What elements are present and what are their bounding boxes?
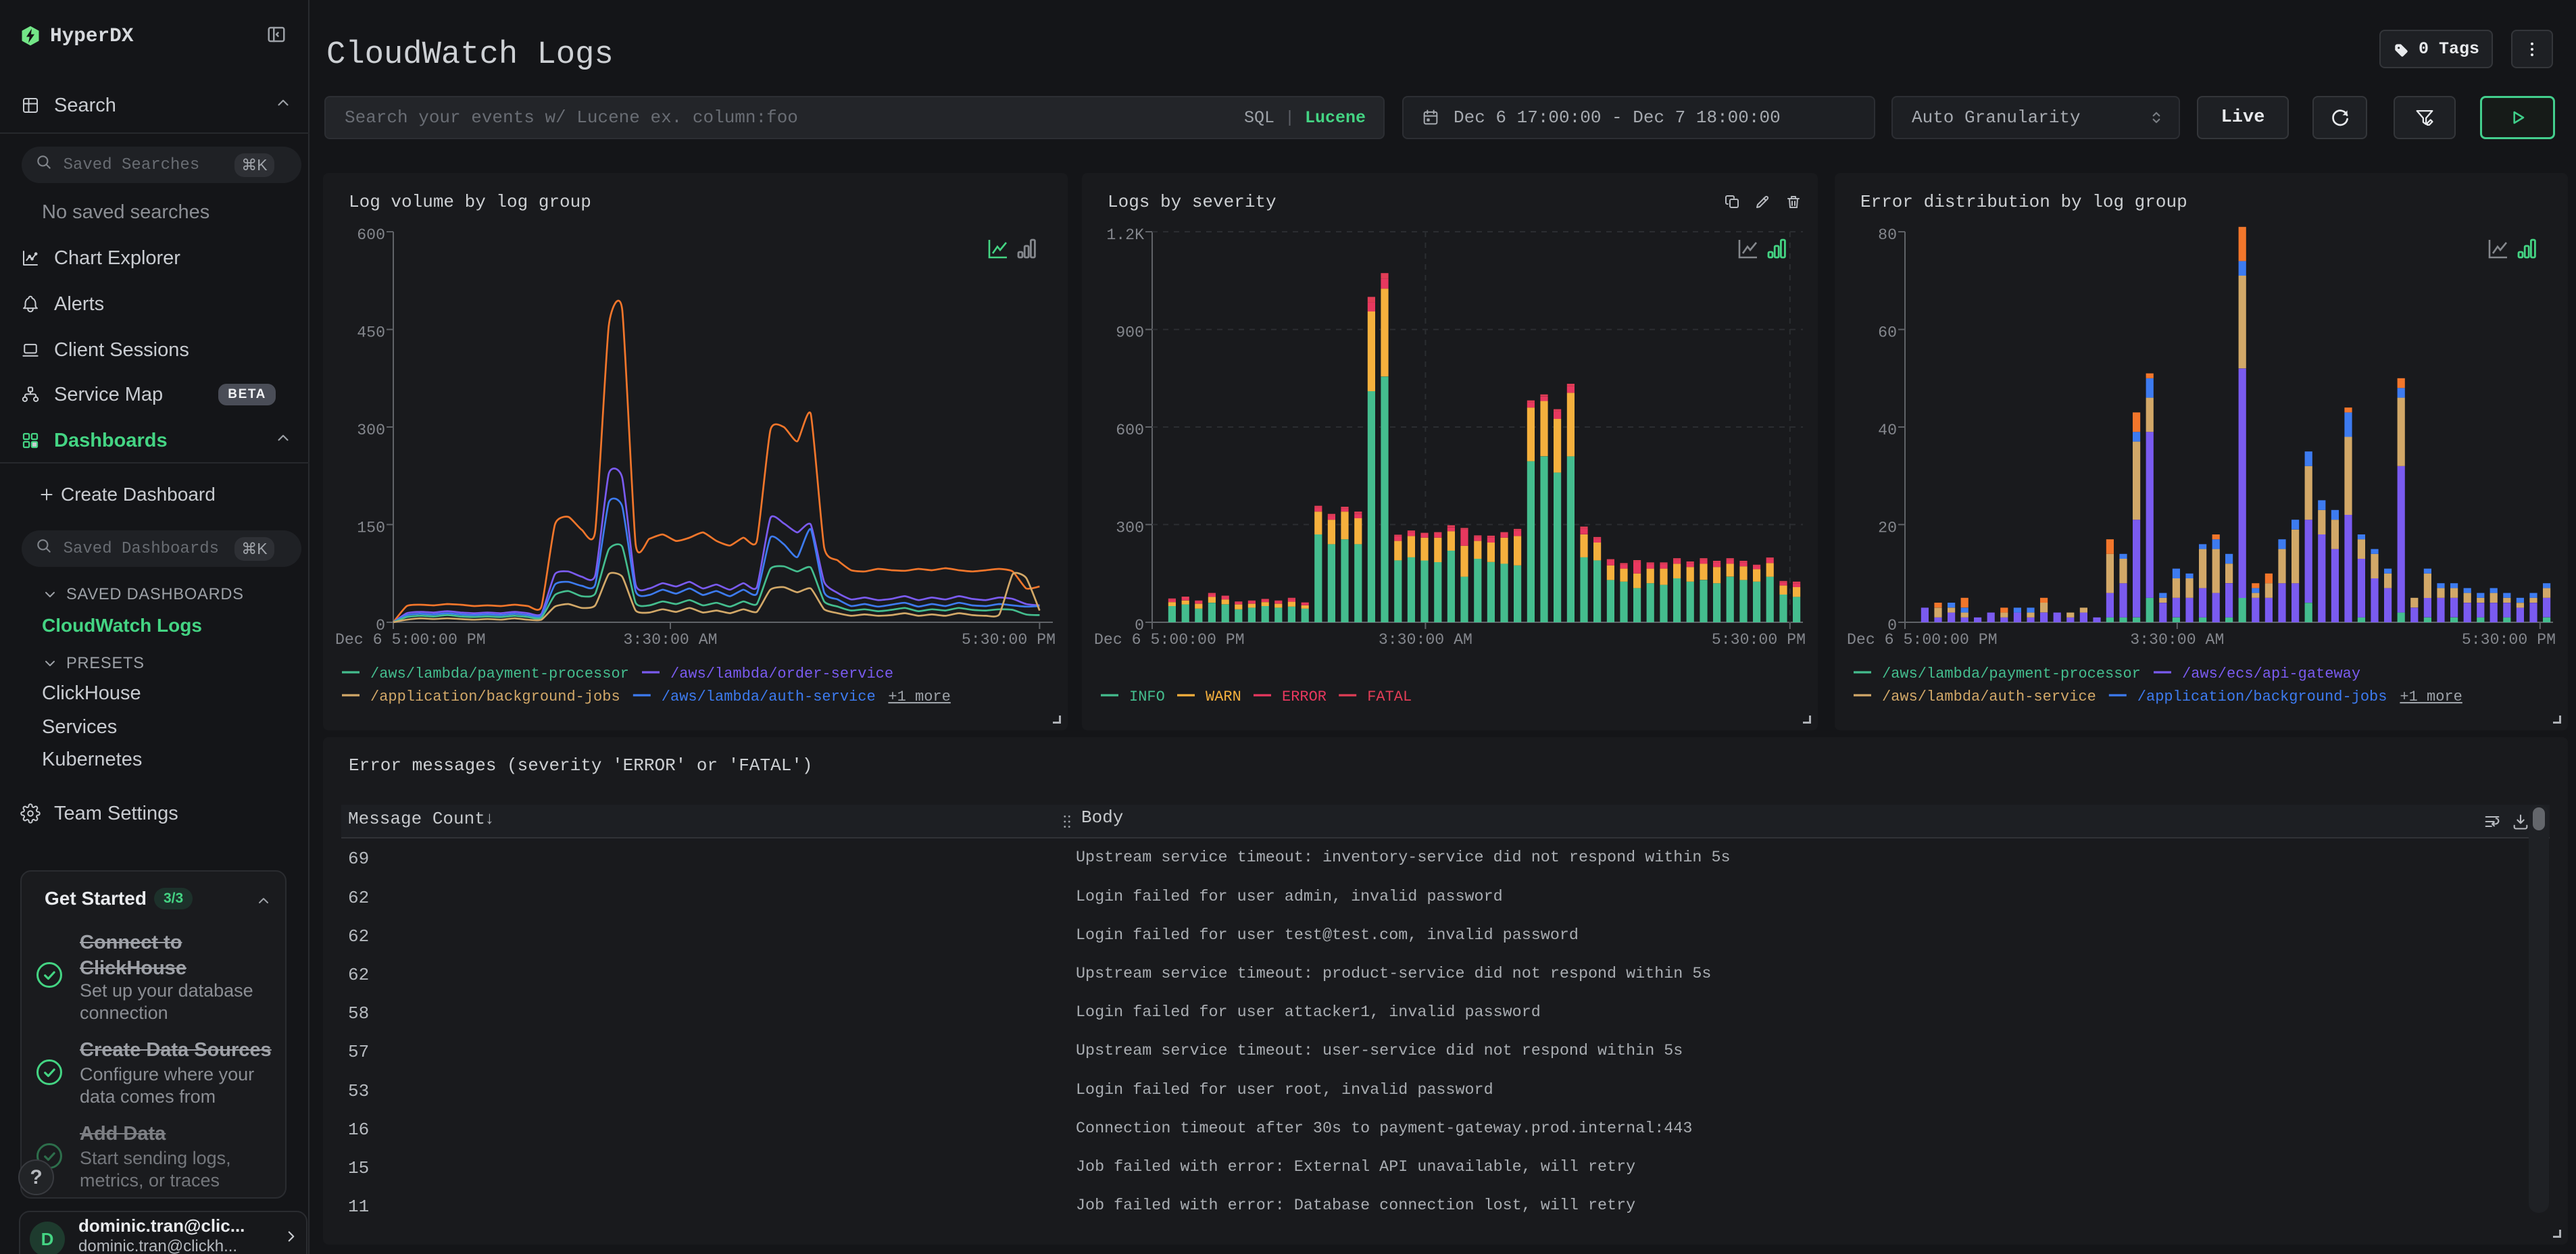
svg-text:/application/background-jobs: /application/background-jobs (2137, 688, 2387, 705)
svg-text:300: 300 (1116, 520, 1144, 537)
svg-text:FATAL: FATAL (1367, 688, 1412, 705)
svg-text:3:30:00 AM: 3:30:00 AM (2130, 631, 2224, 649)
svg-text:5:30:00 PM: 5:30:00 PM (962, 631, 1056, 649)
svg-text:900: 900 (1116, 324, 1144, 341)
svg-text:600: 600 (357, 226, 385, 244)
svg-text:+1 more: +1 more (2400, 688, 2462, 705)
svg-text:150: 150 (357, 520, 385, 537)
svg-text:3:30:00 AM: 3:30:00 AM (1379, 631, 1472, 649)
svg-text:40: 40 (1878, 422, 1897, 439)
svg-text:80: 80 (1878, 226, 1897, 244)
svg-text:+1 more: +1 more (888, 688, 950, 705)
svg-text:3:30:00 AM: 3:30:00 AM (623, 631, 717, 649)
svg-text:/aws/lambda/order-service: /aws/lambda/order-service (670, 666, 893, 682)
svg-text:/aws/lambda/payment-processor: /aws/lambda/payment-processor (370, 666, 629, 682)
svg-text:600: 600 (1116, 422, 1144, 439)
svg-text:Dec 6 5:00:00 PM: Dec 6 5:00:00 PM (1094, 631, 1245, 649)
svg-text:Dec 6 5:00:00 PM: Dec 6 5:00:00 PM (335, 631, 486, 649)
svg-text:5:30:00 PM: 5:30:00 PM (1712, 631, 1806, 649)
svg-text:/aws/lambda/payment-processor: /aws/lambda/payment-processor (1882, 666, 2141, 682)
svg-text:450: 450 (357, 324, 385, 341)
svg-text:20: 20 (1878, 520, 1897, 537)
svg-text:/application/background-jobs: /application/background-jobs (370, 688, 620, 705)
svg-text:INFO: INFO (1129, 688, 1165, 705)
svg-text:1.2K: 1.2K (1106, 226, 1144, 244)
svg-text:/aws/ecs/api-gateway: /aws/ecs/api-gateway (2182, 666, 2360, 682)
svg-text:WARN: WARN (1206, 688, 1241, 705)
svg-text:60: 60 (1878, 324, 1897, 341)
svg-text:5:30:00 PM: 5:30:00 PM (2462, 631, 2556, 649)
svg-text:/aws/lambda/auth-service: /aws/lambda/auth-service (1882, 688, 2096, 705)
svg-text:ERROR: ERROR (1282, 688, 1327, 705)
svg-text:Dec 6 5:00:00 PM: Dec 6 5:00:00 PM (1847, 631, 1998, 649)
svg-text:/aws/lambda/auth-service: /aws/lambda/auth-service (662, 688, 876, 705)
svg-text:300: 300 (357, 422, 385, 439)
